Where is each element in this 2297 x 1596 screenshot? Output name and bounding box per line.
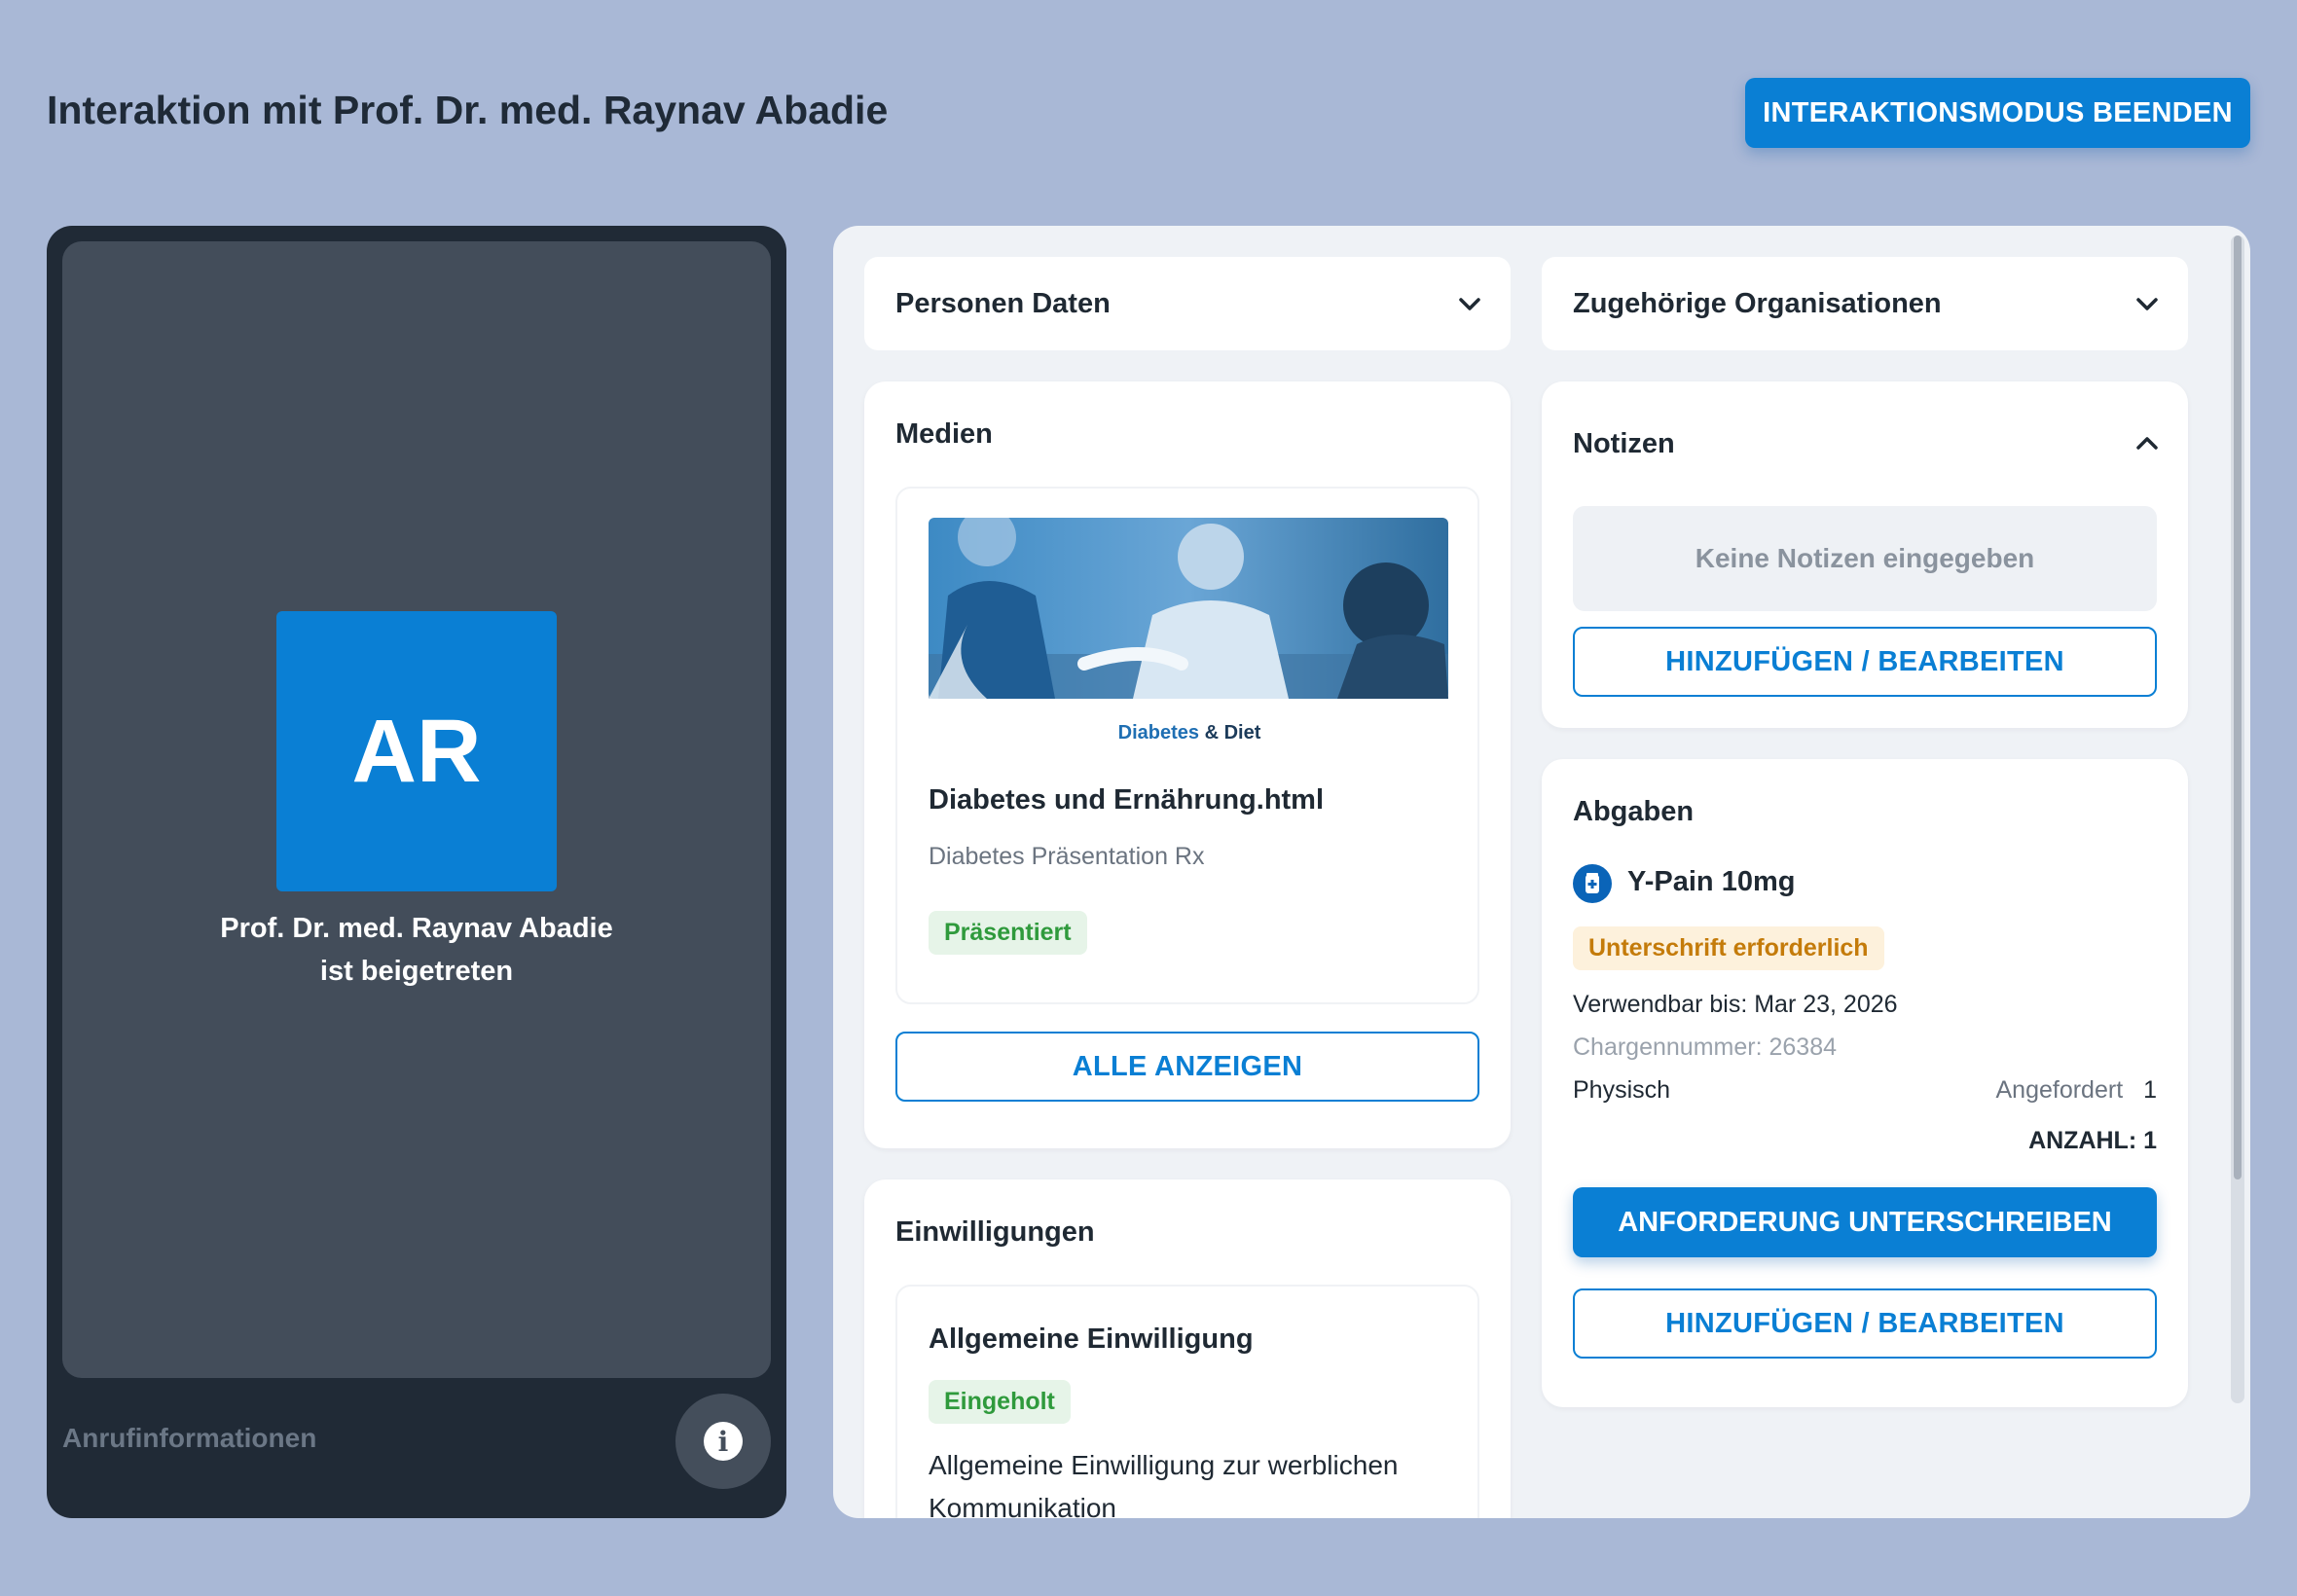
requested-label: Angefordert	[1995, 1076, 2124, 1104]
status-badge: Präsentiert	[929, 911, 1087, 955]
lot-number: Chargennummer: 26384	[1573, 1034, 1837, 1061]
media-thumb-caption-b: & Diet	[1199, 722, 1261, 744]
notizen-title: Notizen	[1573, 428, 1675, 459]
einwilligungen-card: Einwilligungen Allgemeine Einwilligung E…	[864, 1179, 1511, 1518]
chevron-up-icon[interactable]	[2132, 428, 2163, 459]
status-badge: Eingeholt	[929, 1380, 1071, 1424]
media-item-card[interactable]: Diabetes & Diet Diabetes und Ernährung.h…	[895, 487, 1479, 1004]
expiry-date: Verwendbar bis: Mar 23, 2026	[1573, 991, 1898, 1018]
medien-title: Medien	[895, 418, 993, 450]
signature-required-badge: Unterschrift erforderlich	[1573, 926, 1884, 970]
product-name: Y-Pain 10mg	[1627, 866, 1796, 897]
consent-item-card[interactable]: Allgemeine Einwilligung Eingeholt Allgem…	[895, 1285, 1479, 1518]
einwilligungen-title: Einwilligungen	[895, 1216, 1095, 1248]
accordion-label: Personen Daten	[895, 288, 1111, 319]
page-title: Interaktion mit Prof. Dr. med. Raynav Ab…	[47, 88, 889, 132]
consent-description: Allgemeine Einwilligung zur werblichen K…	[929, 1450, 1399, 1518]
chevron-down-icon	[2136, 298, 2158, 310]
end-interaction-button[interactable]: INTERAKTIONSMODUS BEENDEN	[1745, 78, 2250, 148]
scrollbar-thumb[interactable]	[2234, 236, 2242, 1179]
scrollbar[interactable]	[2231, 236, 2244, 1403]
accordion-personen-daten[interactable]: Personen Daten	[864, 257, 1511, 350]
call-info-button[interactable]: i	[675, 1394, 771, 1489]
sign-request-button[interactable]: ANFORDERUNG UNTERSCHREIBEN	[1573, 1187, 2157, 1257]
count-total: ANZAHL: 1	[2028, 1127, 2157, 1154]
medication-icon	[1573, 864, 1612, 903]
consent-title: Allgemeine Einwilligung	[929, 1324, 1254, 1355]
chevron-down-icon	[1459, 298, 1480, 310]
notes-edit-button[interactable]: HINZUFÜGEN / BEARBEITEN	[1573, 627, 2157, 697]
media-item-name: Diabetes und Ernährung.html	[929, 784, 1325, 816]
call-info-label: Anrufinformationen	[62, 1423, 317, 1453]
abgaben-card: Abgaben Y-Pain 10mg Unterschrift erforde…	[1542, 759, 2188, 1407]
accordion-organisationen[interactable]: Zugehörige Organisationen	[1542, 257, 2188, 350]
media-thumb-caption: Diabetes & Diet	[897, 722, 1481, 744]
accordion-label: Zugehörige Organisationen	[1573, 288, 1942, 319]
sample-type: Physisch	[1573, 1076, 1671, 1104]
content-panel: Personen Daten Zugehörige Organisationen…	[833, 226, 2250, 1518]
requested-row: Angefordert 1	[1996, 1076, 2158, 1105]
media-item-subtitle: Diabetes Präsentation Rx	[929, 843, 1205, 870]
media-thumb-caption-a: Diabetes	[1117, 722, 1200, 744]
page-header: Interaktion mit Prof. Dr. med. Raynav Ab…	[47, 78, 2250, 148]
avatar: AR	[276, 611, 557, 891]
participant-joined-text: Prof. Dr. med. Raynav Abadie ist beigetr…	[220, 913, 613, 987]
medien-card: Medien Diabetes & Diet Diabetes und Ernä…	[864, 381, 1511, 1148]
notizen-card: Notizen Keine Notizen eingegeben HINZUFÜ…	[1542, 381, 2188, 728]
info-icon: i	[704, 1422, 743, 1461]
samples-edit-button[interactable]: HINZUFÜGEN / BEARBEITEN	[1573, 1288, 2157, 1359]
notes-empty-state: Keine Notizen eingegeben	[1573, 506, 2157, 611]
show-all-button[interactable]: ALLE ANZEIGEN	[895, 1032, 1479, 1102]
abgaben-title: Abgaben	[1573, 796, 1695, 827]
media-thumbnail	[929, 518, 1448, 699]
requested-value: 1	[2143, 1076, 2157, 1104]
